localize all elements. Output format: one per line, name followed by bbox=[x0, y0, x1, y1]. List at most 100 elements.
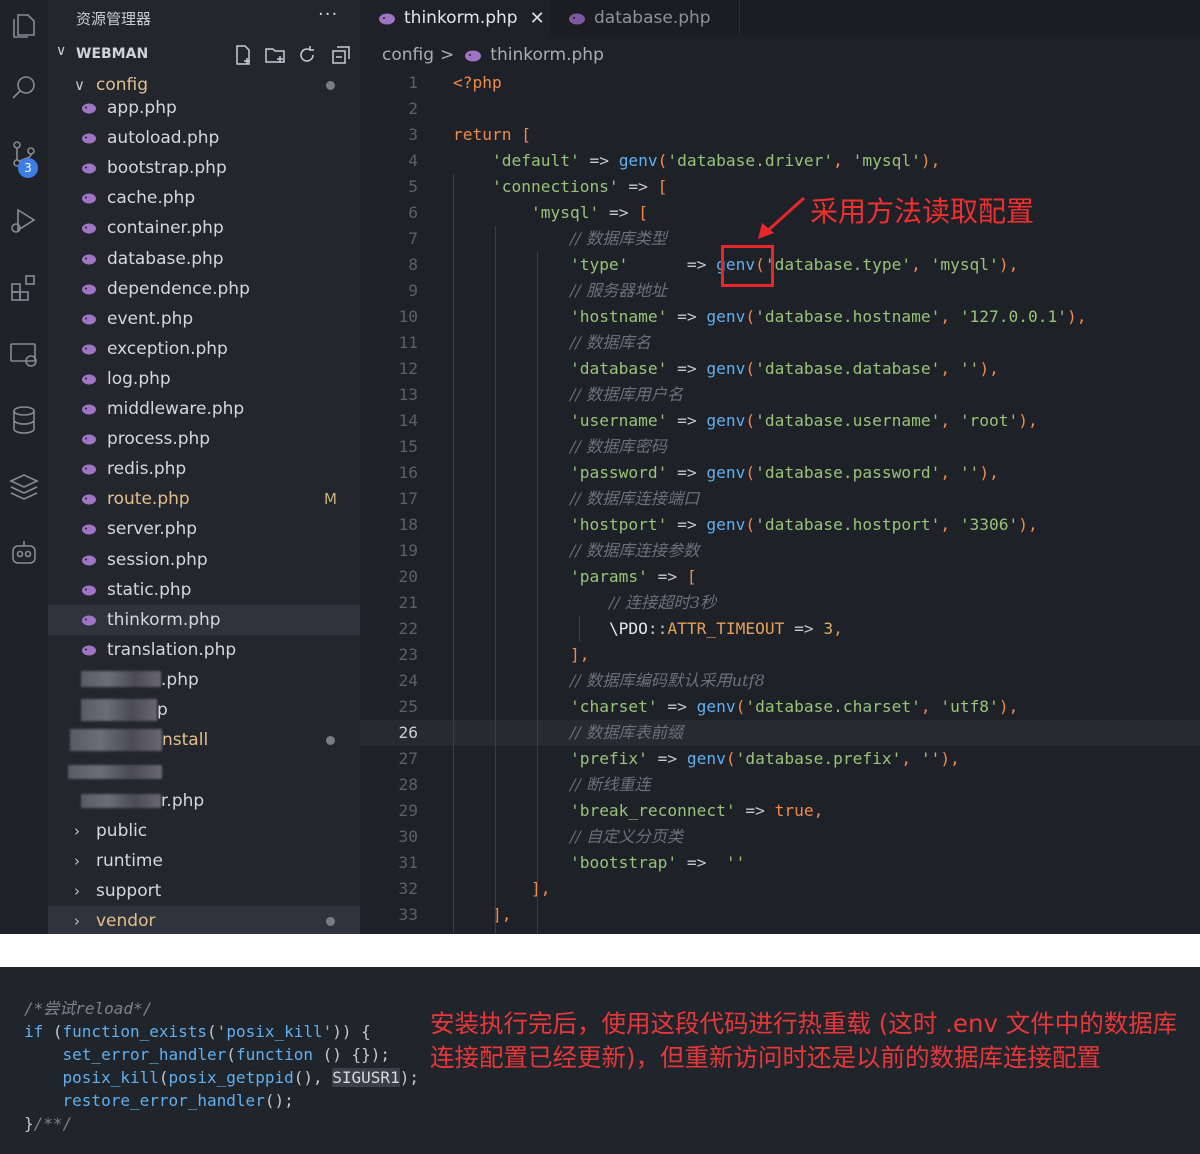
git-status-badge: M bbox=[324, 490, 337, 509]
folder-runtime[interactable]: › runtime bbox=[48, 846, 360, 876]
database-icon[interactable] bbox=[0, 394, 48, 446]
code-line[interactable]: 25 'charset' => genv('database.charset',… bbox=[360, 694, 1200, 720]
code-line[interactable]: 32 ], bbox=[360, 876, 1200, 902]
code-text: 'hostport' => genv('database.hostport', … bbox=[569, 515, 1038, 534]
code-line[interactable]: 8 'type' => genv('database.type', 'mysql… bbox=[360, 252, 1200, 278]
file-redis-php[interactable]: redis.php bbox=[48, 454, 360, 484]
code-line[interactable]: 13 // 数据库用户名 bbox=[360, 382, 1200, 408]
code-line[interactable]: 29 'break_reconnect' => true, bbox=[360, 798, 1200, 824]
file-thinkorm-php[interactable]: thinkorm.php bbox=[48, 604, 360, 635]
line-number: 6 bbox=[408, 203, 418, 222]
file-container-php[interactable]: container.php bbox=[48, 213, 360, 243]
new-folder-icon[interactable] bbox=[264, 44, 286, 66]
code-line[interactable]: 2 bbox=[360, 96, 1200, 122]
layers-icon[interactable] bbox=[0, 460, 48, 512]
code-line[interactable]: 30 // 自定义分页类 bbox=[360, 824, 1200, 850]
explorer-icon[interactable] bbox=[0, 0, 48, 52]
line-number: 9 bbox=[408, 281, 418, 300]
file-autoload-php[interactable]: autoload.php bbox=[48, 123, 360, 153]
file-session-php[interactable]: session.php bbox=[48, 545, 360, 575]
breadcrumb-folder[interactable]: config bbox=[382, 45, 434, 65]
file-dependence-php[interactable]: dependence.php bbox=[48, 274, 360, 304]
file-event-php[interactable]: event.php bbox=[48, 304, 360, 334]
code-line[interactable]: 19 // 数据库连接参数 bbox=[360, 538, 1200, 564]
obscured-file-row[interactable]: p bbox=[48, 695, 360, 725]
code-line[interactable]: 21 // 连接超时3秒 bbox=[360, 590, 1200, 616]
code-text: ], bbox=[530, 879, 551, 898]
code-line[interactable]: 33 ], bbox=[360, 902, 1200, 928]
tab-label: thinkorm.php bbox=[404, 8, 518, 28]
workspace-row[interactable]: ∨ WEBMAN bbox=[48, 40, 360, 70]
code-text: // 数据库编码默认采用utf8 bbox=[569, 671, 765, 690]
code-line[interactable]: 9 // 服务器地址 bbox=[360, 278, 1200, 304]
file-process-php[interactable]: process.php bbox=[48, 424, 360, 454]
code-line[interactable]: 28 // 断线重连 bbox=[360, 772, 1200, 798]
remote-explorer-icon[interactable] bbox=[0, 328, 48, 380]
line-number: 16 bbox=[398, 463, 419, 482]
close-icon[interactable]: ✕ bbox=[530, 8, 545, 29]
code-text: // 数据库连接端口 bbox=[569, 489, 700, 508]
file-static-php[interactable]: static.php bbox=[48, 575, 360, 605]
code-line[interactable]: 4 'default' => genv('database.driver', '… bbox=[360, 148, 1200, 174]
file-database-php[interactable]: database.php bbox=[48, 244, 360, 274]
file-label: log.php bbox=[107, 368, 171, 389]
folder-vendor[interactable]: › vendor bbox=[48, 906, 360, 934]
indent-guide bbox=[537, 252, 538, 934]
code-line[interactable]: 26 // 数据库表前缀 bbox=[360, 720, 1200, 746]
code-line[interactable]: 15 // 数据库密码 bbox=[360, 434, 1200, 460]
file-route-php[interactable]: route.php M bbox=[48, 484, 360, 514]
collapse-all-icon[interactable] bbox=[330, 44, 352, 66]
code-line[interactable]: 23 ], bbox=[360, 642, 1200, 668]
obscured-folder-row[interactable]: nstall bbox=[48, 725, 360, 755]
line-number: 22 bbox=[398, 619, 419, 638]
file-app-php[interactable]: app.php bbox=[48, 93, 360, 123]
code-line[interactable]: 16 'password' => genv('database.password… bbox=[360, 460, 1200, 486]
search-icon[interactable] bbox=[0, 62, 48, 114]
code-line[interactable]: 17 // 数据库连接端口 bbox=[360, 486, 1200, 512]
file-bootstrap-php[interactable]: bootstrap.php bbox=[48, 153, 360, 183]
tab-database[interactable]: database.php bbox=[550, 0, 740, 36]
file-log-php[interactable]: log.php bbox=[48, 364, 360, 394]
file-label: nstall bbox=[162, 730, 209, 750]
code-line[interactable]: 24 // 数据库编码默认采用utf8 bbox=[360, 668, 1200, 694]
code-line[interactable]: 31 'bootstrap' => '' bbox=[360, 850, 1200, 876]
code-text: \PDO::ATTR_TIMEOUT => 3, bbox=[608, 619, 843, 638]
php-elephant-icon bbox=[82, 133, 96, 144]
file-middleware-php[interactable]: middleware.php bbox=[48, 394, 360, 424]
file-exception-php[interactable]: exception.php bbox=[48, 334, 360, 364]
new-file-icon[interactable] bbox=[232, 44, 254, 66]
code-snippet-panel: /*尝试reload*/ if (function_exists('posix_… bbox=[0, 967, 1200, 1154]
code-line[interactable]: 22 \PDO::ATTR_TIMEOUT => 3, bbox=[360, 616, 1200, 642]
line-number: 17 bbox=[398, 489, 419, 508]
code-line[interactable]: 14 'username' => genv('database.username… bbox=[360, 408, 1200, 434]
run-debug-icon[interactable] bbox=[0, 194, 48, 246]
code-line[interactable]: 12 'database' => genv('database.database… bbox=[360, 356, 1200, 382]
activity-bar: 3 bbox=[0, 0, 48, 934]
more-actions-button[interactable]: ··· bbox=[318, 4, 338, 25]
code-line[interactable]: 1 <?php bbox=[360, 70, 1200, 96]
obscured-file-row[interactable]: .php bbox=[48, 665, 360, 695]
obscured-file-row[interactable]: r.php bbox=[48, 786, 360, 816]
line-number: 4 bbox=[408, 151, 418, 170]
code-line[interactable]: 20 'params' => [ bbox=[360, 564, 1200, 590]
code-line[interactable]: 18 'hostport' => genv('database.hostport… bbox=[360, 512, 1200, 538]
extensions-icon[interactable] bbox=[0, 262, 48, 314]
code-line[interactable]: 11 // 数据库名 bbox=[360, 330, 1200, 356]
folder-support[interactable]: › support bbox=[48, 876, 360, 906]
robot-icon[interactable] bbox=[0, 526, 48, 578]
file-translation-php[interactable]: translation.php bbox=[48, 635, 360, 665]
folder-public[interactable]: › public bbox=[48, 816, 360, 846]
tab-thinkorm[interactable]: thinkorm.php ✕ bbox=[360, 0, 550, 36]
refresh-icon[interactable] bbox=[296, 44, 318, 66]
code-text: // 数据库用户名 bbox=[569, 385, 684, 404]
line-number: 3 bbox=[408, 125, 418, 144]
file-cache-php[interactable]: cache.php bbox=[48, 183, 360, 213]
line-number: 28 bbox=[398, 775, 419, 794]
obscured-row[interactable] bbox=[48, 757, 360, 787]
breadcrumb-file[interactable]: thinkorm.php bbox=[490, 45, 604, 65]
code-line[interactable]: 10 'hostname' => genv('database.hostname… bbox=[360, 304, 1200, 330]
code-line[interactable]: 3 return [ bbox=[360, 122, 1200, 148]
code-line[interactable]: 27 'prefix' => genv('database.prefix', '… bbox=[360, 746, 1200, 772]
file-label: process.php bbox=[107, 429, 211, 450]
file-server-php[interactable]: server.php bbox=[48, 514, 360, 544]
